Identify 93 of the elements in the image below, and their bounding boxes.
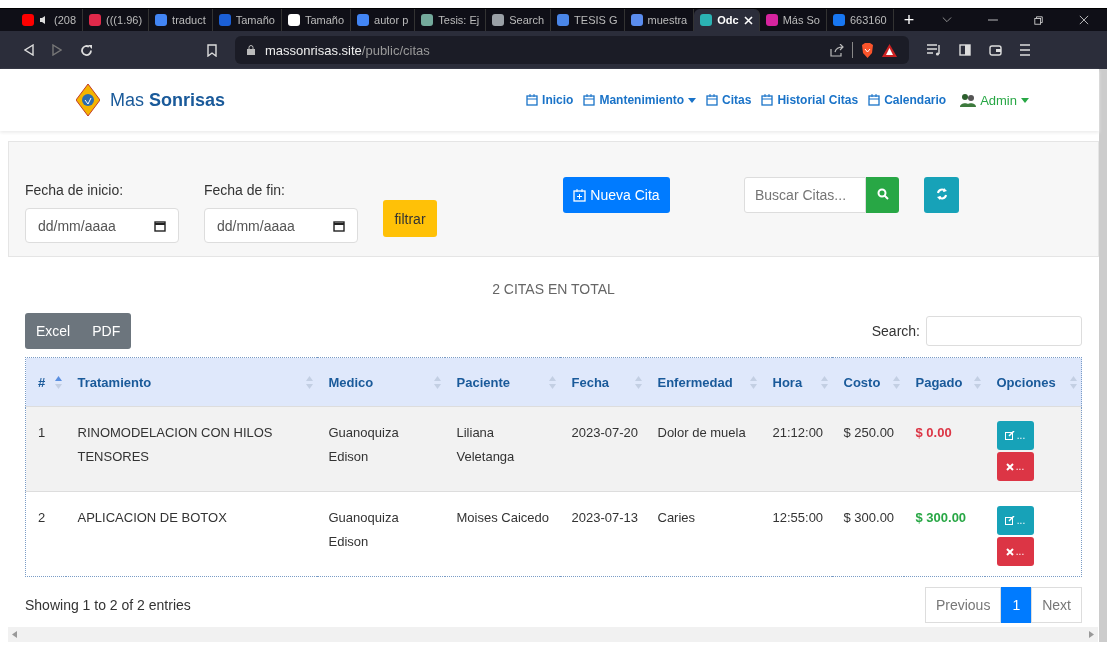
column-header[interactable]: # [25,357,66,407]
caret-icon [1021,97,1029,103]
lock-icon [247,45,255,55]
table-cell: Dolor de muela [645,406,761,492]
share-icon[interactable] [830,43,844,57]
table-cell: 2 [25,491,66,577]
users-icon [960,93,977,107]
search-field[interactable]: Buscar Citas... [744,177,866,213]
table-cell: Moises Caicedo [444,491,560,577]
table-cell: Liliana Veletanga [444,406,560,492]
column-header[interactable]: Fecha [559,357,646,407]
edit-icon [1004,431,1015,440]
page-button[interactable]: 1 [1001,587,1032,623]
table-cell: 12:55:00 [760,491,832,577]
start-date-field[interactable]: dd/mm/aaaa [25,208,179,243]
url-path: /public/citas [361,42,430,58]
calendar-icon [706,94,719,106]
calendar-plus-icon [573,188,587,202]
filter-button[interactable]: filtrar [383,200,437,237]
back-icon[interactable] [24,44,34,56]
forward-icon[interactable] [52,44,62,56]
nav-link[interactable]: Calendario [868,92,947,108]
delete-button[interactable]: ... [996,452,1034,481]
chevron-down-icon[interactable] [942,16,953,24]
table-cell: 2023-07-20 [559,406,646,492]
total-count: 2 CITAS EN TOTAL [491,281,616,299]
close-icon [1005,462,1014,471]
new-appointment-button[interactable]: Nueva Cita [563,177,670,213]
table-cell: 2023-07-13 [559,491,646,577]
wallet-icon[interactable] [989,44,1002,56]
calendar-icon[interactable] [154,219,166,232]
search-label: Search: [871,323,920,339]
nav-link[interactable]: Citas [706,92,752,108]
table-cell: APLICACION DE BOTOX [65,491,317,577]
export-button[interactable]: Excel [25,313,82,349]
table-cell: $ 300.00 [903,491,985,577]
bookmark-icon[interactable] [207,43,217,57]
table-cell: $ 0.00 [903,406,985,492]
edit-button[interactable]: ... [996,506,1034,535]
column-header[interactable]: Enfermedad [645,357,761,407]
url-host: massonrisas.site [265,42,362,58]
brand-name[interactable]: Mas Sonrisas [110,89,226,111]
table-cell: $ 250.00 [831,406,904,492]
table-cell: Guanoquiza Edison [316,406,445,492]
refresh-icon [935,187,948,200]
end-date-label: Fecha de fin: [204,182,286,198]
edit-button[interactable]: ... [996,421,1034,450]
calendar-icon [868,94,881,106]
entries-info: Showing 1 to 2 of 2 entries [25,597,191,613]
nav-link[interactable]: Historial Citas [761,92,859,108]
calendar-icon [761,94,774,106]
nav-link[interactable]: Inicio [526,92,574,108]
edit-icon [1004,516,1015,525]
column-header[interactable]: Medico [316,357,445,407]
playlist-icon[interactable] [927,44,941,56]
calendar-icon[interactable] [333,219,345,232]
column-header[interactable]: Opciones [984,357,1082,407]
search-button[interactable] [866,177,899,213]
table-search-field[interactable] [926,316,1082,346]
export-button[interactable]: PDF [81,313,132,349]
column-header[interactable]: Pagado [903,357,985,407]
browser-tab[interactable]: Odc [694,9,760,31]
table-cell: RINOMODELACION CON HILOS TENSORES [65,406,317,492]
address-bar[interactable]: massonrisas.site/public/citas [235,36,909,64]
column-header[interactable]: Paciente [444,357,560,407]
table-cell: $ 300.00 [831,491,904,577]
table-cell: 21:12:00 [760,406,832,492]
calendar-icon [583,94,596,106]
start-date-label: Fecha de inicio: [25,182,125,198]
nav-link[interactable]: Mantenimiento [583,92,697,108]
close-icon [1005,547,1014,556]
logo-icon[interactable] [76,84,100,116]
page-button[interactable]: Previous [924,587,1002,623]
end-date-field[interactable]: dd/mm/aaaa [204,208,358,243]
calendar-icon [526,94,539,106]
table-cell: 1 [25,406,66,492]
user-menu[interactable]: Admin [960,92,1029,108]
table-cell: Guanoquiza Edison [316,491,445,577]
reload-icon[interactable] [80,43,93,57]
sidebar-icon[interactable] [959,44,971,56]
restore-icon[interactable] [1034,14,1044,26]
new-tab-button[interactable]: + [893,10,925,30]
table-cell: Caries [645,491,761,577]
refresh-button[interactable] [924,177,959,213]
column-header[interactable]: Costo [831,357,904,407]
close-icon[interactable] [1079,14,1089,26]
menu-icon[interactable] [1020,44,1030,56]
triangle-icon[interactable] [882,43,897,57]
delete-button[interactable]: ... [996,537,1034,566]
page-button[interactable]: Next [1031,587,1082,623]
search-icon [876,187,889,200]
column-header[interactable]: Tratamiento [65,357,317,407]
column-header[interactable]: Hora [760,357,832,407]
